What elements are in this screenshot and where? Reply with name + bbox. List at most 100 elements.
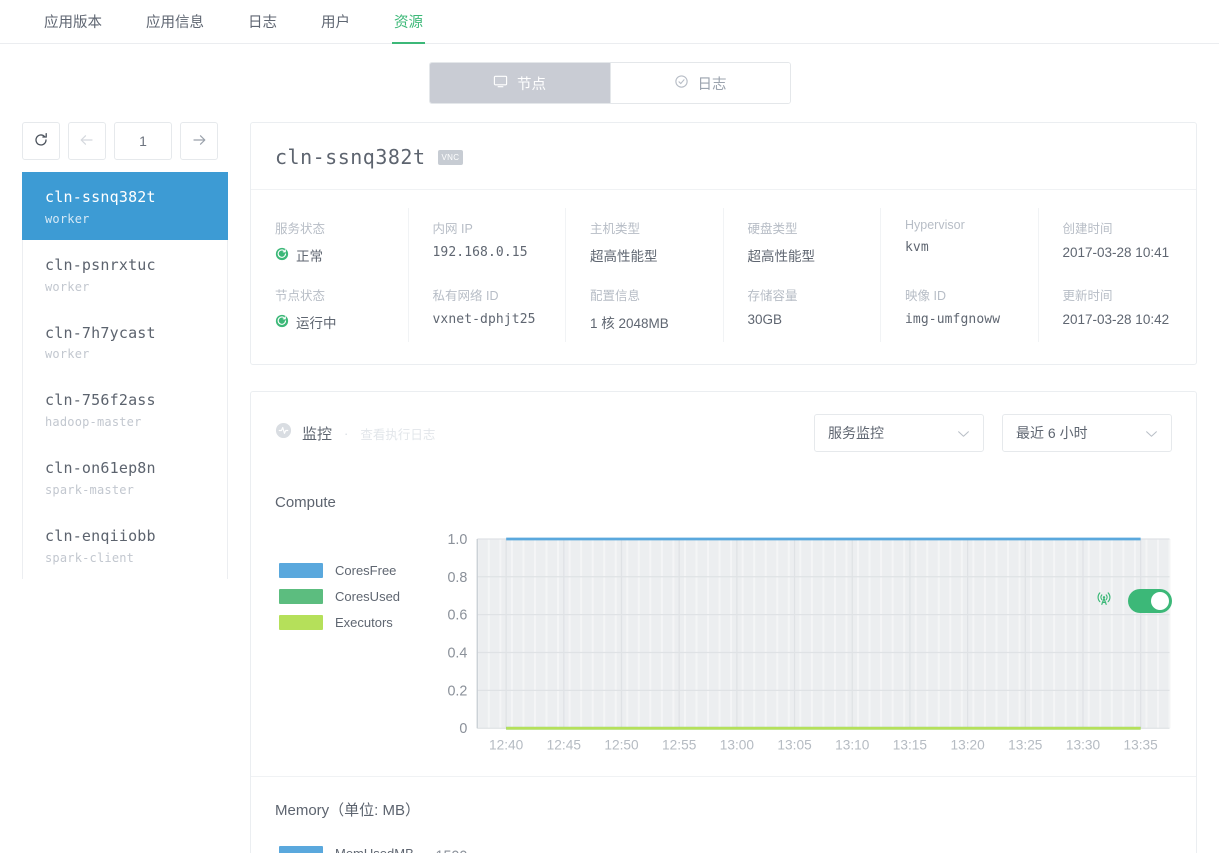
time-range-select[interactable]: 最近 6 小时 <box>1002 414 1172 452</box>
info-cell-node-status: 节点状态 运行中 <box>251 275 409 342</box>
chevron-down-icon <box>1145 425 1158 441</box>
svg-text:0.6: 0.6 <box>447 608 467 624</box>
node-name: cln-on61ep8n <box>45 459 156 477</box>
monitor-icon <box>493 74 508 93</box>
node-list-item[interactable]: cln-on61ep8n spark-master <box>23 443 227 511</box>
tab-app-version[interactable]: 应用版本 <box>22 0 124 43</box>
node-role: worker <box>45 211 90 226</box>
info-value: 超高性能型 <box>747 249 816 264</box>
info-value: img-umfgnoww <box>905 312 1001 327</box>
svg-text:13:30: 13:30 <box>1066 737 1101 752</box>
node-list-item[interactable]: cln-psnrxtuc worker <box>23 239 227 308</box>
node-role: hadoop-master <box>45 415 142 429</box>
live-toggle-group <box>1094 588 1172 613</box>
info-value: 1 核 2048MB <box>590 316 669 331</box>
svg-text:0: 0 <box>459 721 467 737</box>
info-cell-hypervisor: Hypervisor kvm <box>881 208 1039 275</box>
svg-text:12:55: 12:55 <box>662 737 697 752</box>
monitor-title-group: 监控 · 查看执行日志 <box>275 422 435 444</box>
legend-item: CoresFree <box>279 563 425 578</box>
node-list-item[interactable]: cln-756f2ass hadoop-master <box>23 375 227 443</box>
page-number[interactable]: 1 <box>114 122 172 160</box>
arrow-right-icon <box>190 133 208 150</box>
legend-label: CoresFree <box>335 563 397 578</box>
separator-dot: · <box>344 425 349 441</box>
tab-label: 日志 <box>248 15 277 31</box>
memory-plot-svg: 1500 <box>436 848 468 853</box>
info-cell-config: 配置信息 1 核 2048MB <box>566 275 724 342</box>
compute-chart-row: CoresFree CoresUsed Executors 12:40 12:45… <box>275 529 1172 766</box>
metric-select[interactable]: 服务监控 <box>814 414 984 452</box>
metric-select-value: 服务监控 <box>828 425 884 441</box>
info-cell-service-status: 服务状态 正常 <box>251 208 409 275</box>
charts-container: Compute CoresFree CoresUsed Executors 12… <box>250 472 1197 853</box>
info-cell-update-time: 更新时间 2017-03-28 10:42 <box>1039 275 1197 342</box>
svg-text:12:40: 12:40 <box>489 737 524 752</box>
memory-plot-area: 1500 <box>425 838 1172 853</box>
toggle-knob <box>1151 591 1169 610</box>
svg-text:13:25: 13:25 <box>1008 737 1043 752</box>
tab-users[interactable]: 用户 <box>299 0 372 43</box>
svg-text:0.8: 0.8 <box>447 570 467 586</box>
legend-label: Executors <box>335 615 393 630</box>
info-cell-disk-type: 硬盘类型 超高性能型 <box>724 208 881 275</box>
svg-text:1500: 1500 <box>436 848 468 853</box>
view-exec-log-link[interactable]: 查看执行日志 <box>360 424 435 443</box>
tab-label: 用户 <box>321 15 350 31</box>
node-list-item[interactable]: cln-7h7ycast worker <box>23 307 227 376</box>
tab-logs[interactable]: 日志 <box>226 0 299 43</box>
segment-logs[interactable]: 日志 <box>609 63 790 103</box>
memory-chart-block: Memory（单位: MB） MemUsedMB 1500 <box>251 775 1196 853</box>
info-cell-vxnet-id: 私有网络 ID vxnet-dphjt25 <box>409 275 566 342</box>
node-info-grid: 服务状态 正常 内网 IP 192.168.0.15 主机类型 超高性能型 硬盘… <box>251 190 1196 364</box>
node-list-item[interactable]: cln-ssnq382t worker <box>22 172 228 240</box>
broadcast-icon <box>1094 588 1114 613</box>
legend-swatch <box>279 845 323 853</box>
segment-nodes[interactable]: 节点 <box>429 63 610 103</box>
refresh-button[interactable] <box>22 122 60 160</box>
main-layout: 1 cln-ssnq382t worker cln-psnrxtuc worke… <box>0 122 1219 853</box>
compute-plot-svg: 12:40 12:45 12:50 12:55 13:00 13:05 13:10 13:15… <box>447 532 1171 752</box>
info-label: 硬盘类型 <box>747 222 798 236</box>
info-label: 更新时间 <box>1062 289 1113 303</box>
tab-resources[interactable]: 资源 <box>372 0 445 44</box>
view-switcher: 节点 日志 <box>428 62 791 104</box>
info-label: 创建时间 <box>1062 222 1113 236</box>
chevron-down-icon <box>957 425 970 441</box>
next-page-button[interactable] <box>180 122 218 160</box>
info-value-text: 正常 <box>296 249 323 264</box>
node-detail-panel: cln-ssnq382t VNC 服务状态 正常 内网 IP 192.168.0… <box>250 122 1197 853</box>
svg-text:13:00: 13:00 <box>720 737 755 752</box>
info-label: 私有网络 ID <box>432 289 499 303</box>
tab-label: 应用信息 <box>146 15 204 31</box>
info-value: 运行中 <box>275 312 394 332</box>
status-ok-icon <box>275 247 289 264</box>
compute-plot-area: 12:40 12:45 12:50 12:55 13:00 13:05 13:10 13:15… <box>425 529 1172 766</box>
info-cell-private-ip: 内网 IP 192.168.0.15 <box>409 208 566 275</box>
svg-text:13:15: 13:15 <box>893 737 928 752</box>
legend-item: MemUsedMB <box>279 845 425 853</box>
info-cell-create-time: 创建时间 2017-03-28 10:41 <box>1039 208 1197 275</box>
compute-chart-title: Compute <box>275 494 336 511</box>
clock-check-icon <box>674 74 689 93</box>
info-cell-host-type: 主机类型 超高性能型 <box>566 208 724 275</box>
info-label: 主机类型 <box>590 222 641 236</box>
live-toggle[interactable] <box>1128 588 1172 613</box>
info-value: 192.168.0.15 <box>432 245 528 260</box>
prev-page-button[interactable] <box>68 122 106 160</box>
top-navigation: 应用版本 应用信息 日志 用户 资源 <box>0 0 1219 44</box>
legend-label: CoresUsed <box>335 589 401 604</box>
tab-label: 应用版本 <box>44 15 102 31</box>
arrow-left-icon <box>78 133 96 150</box>
monitor-toolbar: 监控 · 查看执行日志 服务监控 最近 6 小时 <box>250 391 1197 472</box>
vnc-badge[interactable]: VNC <box>437 149 464 165</box>
info-label: 配置信息 <box>590 289 641 303</box>
tab-app-info[interactable]: 应用信息 <box>124 0 226 43</box>
legend-item: CoresUsed <box>279 589 425 604</box>
node-list-item[interactable]: cln-enqiiobb spark-client <box>23 510 227 579</box>
memory-chart-title: Memory（单位: MB） <box>275 801 421 819</box>
info-value: 2017-03-28 10:41 <box>1062 245 1170 260</box>
segment-nodes-label: 节点 <box>517 76 546 93</box>
node-detail-card: cln-ssnq382t VNC 服务状态 正常 内网 IP 192.168.0… <box>250 122 1197 365</box>
info-label: 服务状态 <box>275 222 326 236</box>
